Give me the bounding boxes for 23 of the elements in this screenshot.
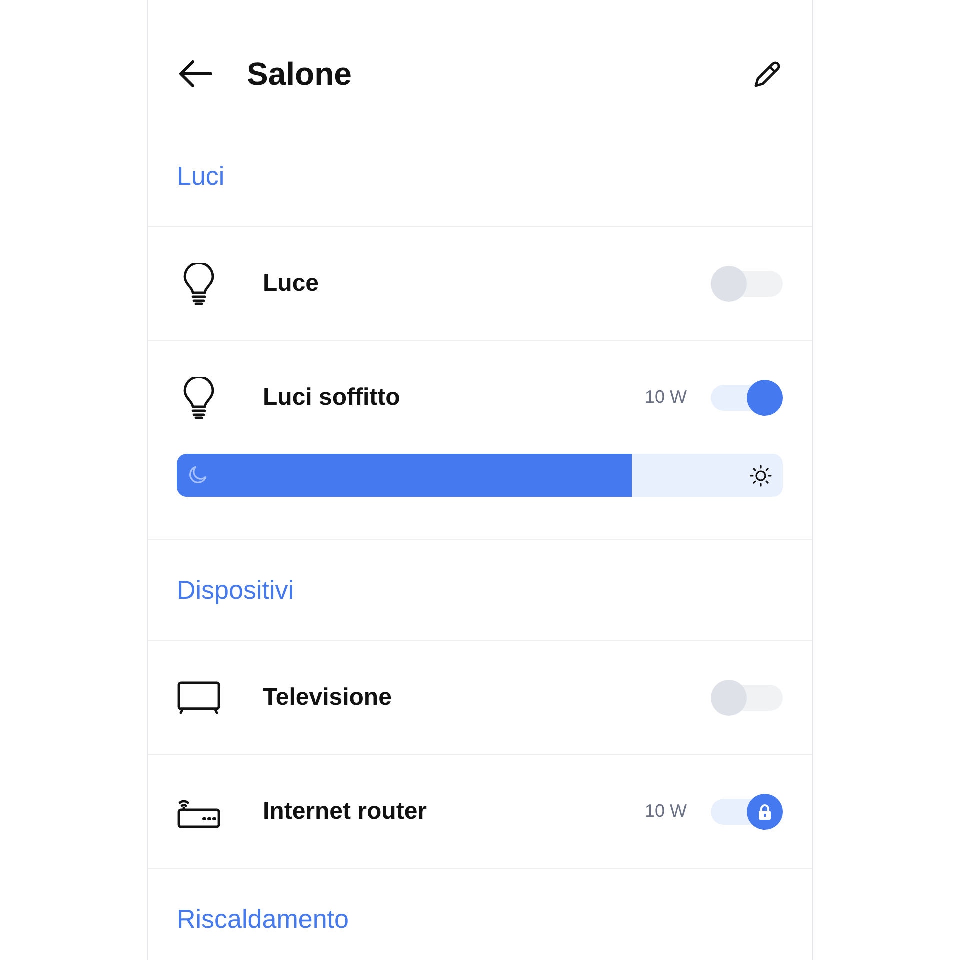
light-bulb-icon	[183, 262, 215, 304]
back-button[interactable]	[179, 60, 213, 88]
edit-button[interactable]	[753, 59, 783, 89]
brightness-slider[interactable]	[177, 454, 783, 497]
power-reading: 10 W	[644, 801, 687, 822]
section-heading: Luci	[177, 160, 225, 192]
tv-icon	[177, 680, 221, 714]
power-reading: 10 W	[644, 387, 687, 408]
device-name: Internet router	[263, 798, 428, 826]
device-name: Luce	[263, 270, 320, 298]
toggle-switch[interactable]	[711, 380, 783, 416]
light-bulb-icon	[183, 376, 215, 418]
toggle-switch[interactable]	[711, 794, 783, 830]
toggle-switch[interactable]	[711, 680, 783, 716]
moon-icon	[188, 465, 208, 485]
section-heading: Dispositivi	[177, 574, 294, 606]
section-heading: Riscaldamento	[177, 904, 349, 934]
page-title: Salone	[247, 56, 353, 92]
sun-icon	[750, 465, 772, 487]
device-name: Luci soffitto	[263, 384, 402, 412]
lock-icon	[758, 804, 772, 820]
toggle-switch[interactable]	[711, 266, 783, 302]
device-name: Televisione	[263, 684, 393, 712]
